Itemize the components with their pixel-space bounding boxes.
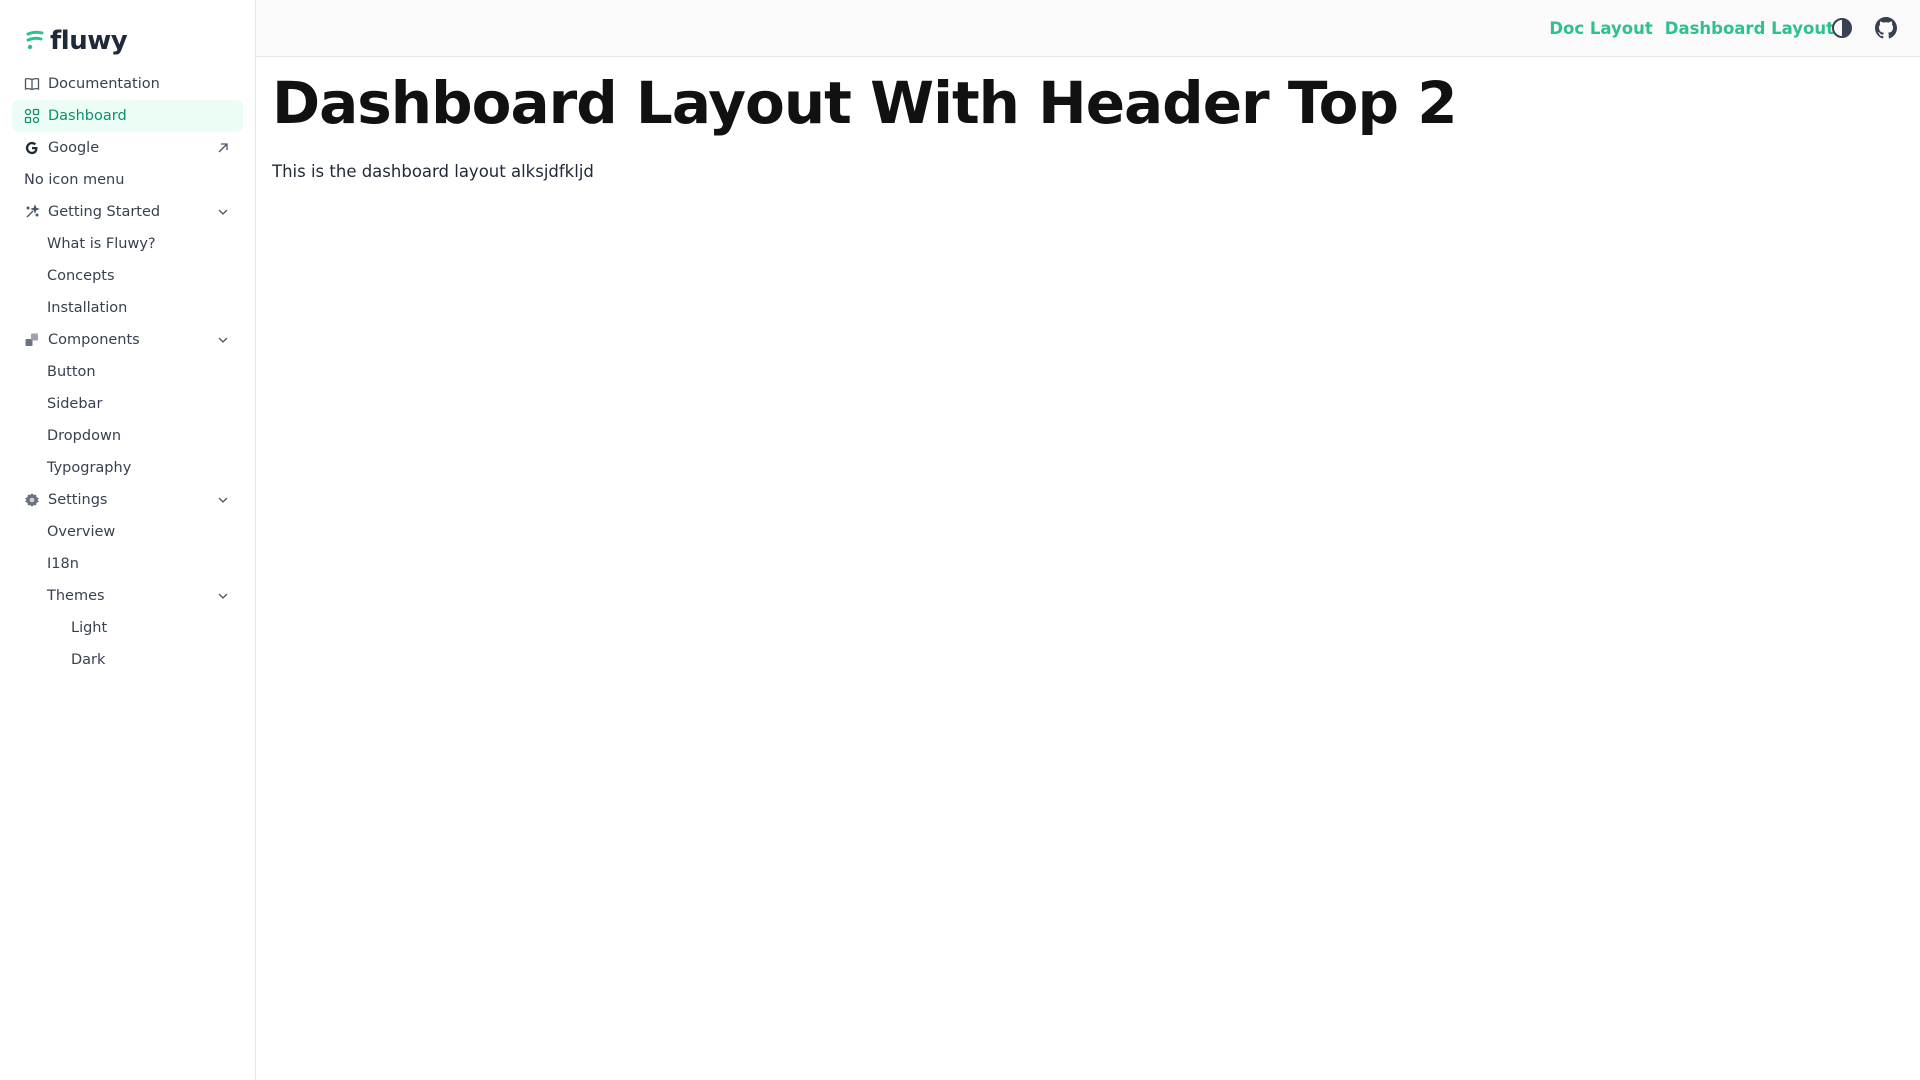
page-description: This is the dashboard layout alksjdfkljd xyxy=(272,162,594,181)
sidebar-item-dashboard[interactable]: Dashboard xyxy=(12,100,243,132)
sidebar-item-settings[interactable]: Settings xyxy=(12,484,243,516)
sidebar-item-dropdown[interactable]: Dropdown xyxy=(12,420,243,452)
sparkle-icon xyxy=(24,204,40,220)
sidebar-item-label: Dashboard xyxy=(48,108,127,124)
sidebar-item-typography[interactable]: Typography xyxy=(12,452,243,484)
sidebar: fluwy Documentation Dashboard Google No … xyxy=(0,0,256,1080)
dashboard-grid-icon xyxy=(24,108,40,124)
sidebar-nav: Documentation Dashboard Google No icon m… xyxy=(12,68,243,676)
sidebar-item-documentation[interactable]: Documentation xyxy=(12,68,243,100)
sidebar-item-dark[interactable]: Dark xyxy=(12,644,243,676)
sidebar-item-themes[interactable]: Themes xyxy=(12,580,243,612)
sidebar-item-installation[interactable]: Installation xyxy=(12,292,243,324)
sidebar-item-what-is-fluwy[interactable]: What is Fluwy? xyxy=(12,228,243,260)
logo[interactable]: fluwy xyxy=(26,26,128,56)
sidebar-item-google[interactable]: Google xyxy=(12,132,243,164)
sidebar-item-label: I18n xyxy=(47,556,79,572)
sidebar-item-label: Sidebar xyxy=(47,396,103,412)
doc-layout-link[interactable]: Doc Layout xyxy=(1549,19,1652,38)
logo-text: fluwy xyxy=(50,26,128,56)
page-title: Dashboard Layout With Header Top 2 xyxy=(272,69,1458,137)
sidebar-item-concepts[interactable]: Concepts xyxy=(12,260,243,292)
chevron-down-icon xyxy=(215,332,231,348)
sidebar-item-sidebar[interactable]: Sidebar xyxy=(12,388,243,420)
sidebar-item-label: Overview xyxy=(47,524,116,540)
sidebar-item-label: Button xyxy=(47,364,96,380)
sidebar-item-i18n[interactable]: I18n xyxy=(12,548,243,580)
sidebar-item-light[interactable]: Light xyxy=(12,612,243,644)
github-icon[interactable] xyxy=(1875,17,1897,39)
sidebar-item-label: Themes xyxy=(47,588,105,604)
sidebar-item-label: Components xyxy=(48,332,140,348)
sidebar-item-no-icon-menu[interactable]: No icon menu xyxy=(12,164,243,196)
sidebar-item-label: Concepts xyxy=(47,268,115,284)
sidebar-item-label: Google xyxy=(48,140,100,156)
sidebar-item-label: Installation xyxy=(47,300,128,316)
sidebar-item-label: Getting Started xyxy=(48,204,161,220)
sidebar-item-label: Light xyxy=(71,620,108,636)
sidebar-item-label: Settings xyxy=(48,492,108,508)
sidebar-item-label: What is Fluwy? xyxy=(47,236,156,252)
sidebar-item-label: Dropdown xyxy=(47,428,122,444)
chevron-down-icon xyxy=(215,588,231,604)
sidebar-item-overview[interactable]: Overview xyxy=(12,516,243,548)
sidebar-item-label: Dark xyxy=(71,652,106,668)
sidebar-item-button[interactable]: Button xyxy=(12,356,243,388)
theme-toggle-icon[interactable] xyxy=(1831,17,1853,39)
sidebar-item-getting-started[interactable]: Getting Started xyxy=(12,196,243,228)
header-nav: Doc Layout Dashboard Layout xyxy=(1549,0,1834,56)
google-icon xyxy=(24,140,40,156)
blocks-icon xyxy=(24,332,40,348)
logo-mark-icon xyxy=(26,30,44,52)
dashboard-layout-link[interactable]: Dashboard Layout xyxy=(1665,19,1834,38)
gear-icon xyxy=(24,492,40,508)
chevron-down-icon xyxy=(215,492,231,508)
sidebar-item-label: Documentation xyxy=(48,76,160,92)
sidebar-item-components[interactable]: Components xyxy=(12,324,243,356)
sidebar-item-label: Typography xyxy=(47,460,132,476)
external-link-icon xyxy=(215,140,231,156)
top-header: Doc Layout Dashboard Layout xyxy=(256,0,1920,57)
main-content: Dashboard Layout With Header Top 2 This … xyxy=(272,66,1902,181)
sidebar-item-label: No icon menu xyxy=(24,172,125,188)
book-icon xyxy=(24,76,40,92)
chevron-down-icon xyxy=(215,204,231,220)
